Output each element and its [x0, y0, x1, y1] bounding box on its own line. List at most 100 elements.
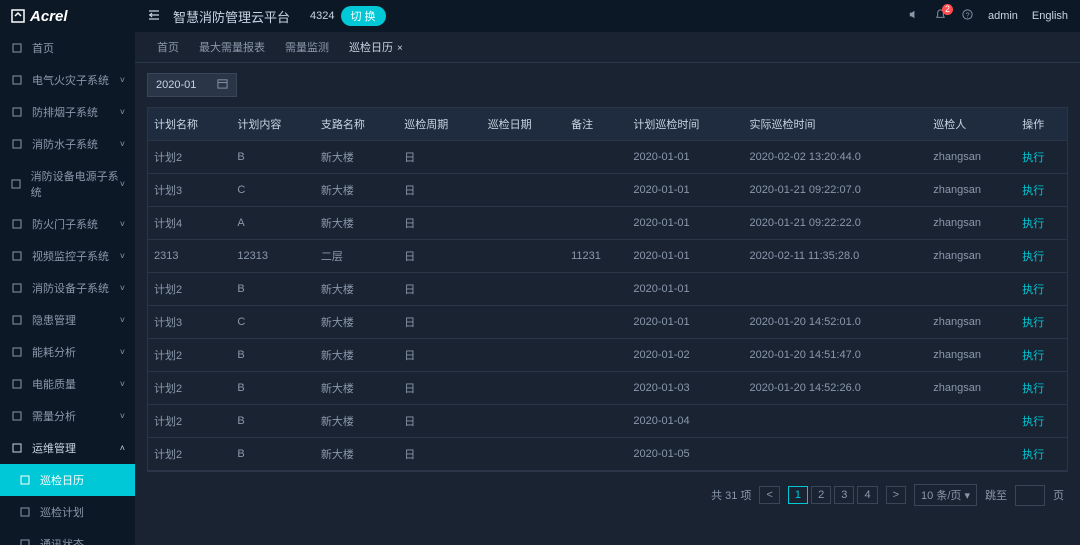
sidebar-item-11[interactable]: 需量分析˅ — [0, 400, 135, 432]
chevron-down-icon: ˅ — [120, 315, 125, 325]
user-label[interactable]: admin — [988, 10, 1018, 22]
risk-icon — [10, 313, 24, 327]
column-header-8: 巡检人 — [927, 108, 1016, 141]
table-cell: 日 — [398, 207, 481, 240]
execute-action[interactable]: 执行 — [1022, 317, 1044, 329]
table-cell — [482, 438, 565, 471]
pagination-prev[interactable]: < — [759, 486, 779, 504]
table-cell: 2020-02-02 13:20:44.0 — [744, 141, 928, 174]
pagination-page-2[interactable]: 2 — [811, 486, 831, 504]
sidebar-item-label: 巡检日历 — [40, 472, 84, 488]
sidebar-item-label: 防火门子系统 — [32, 216, 98, 232]
table-cell — [482, 174, 565, 207]
table-cell: zhangsan — [927, 339, 1016, 372]
sidebar-subitem-12-2[interactable]: 通讯状态 — [0, 528, 135, 545]
date-picker[interactable]: 2020-01 — [147, 73, 237, 97]
execute-action[interactable]: 执行 — [1022, 449, 1044, 461]
tab-1[interactable]: 最大需量报表 — [189, 32, 275, 62]
sidebar-item-7[interactable]: 消防设备子系统˅ — [0, 272, 135, 304]
table-cell: 日 — [398, 405, 481, 438]
execute-action[interactable]: 执行 — [1022, 185, 1044, 197]
execute-action[interactable]: 执行 — [1022, 152, 1044, 164]
table-row: 计划2B新大楼日2020-01-04执行 — [148, 405, 1067, 438]
sidebar-item-10[interactable]: 电能质量˅ — [0, 368, 135, 400]
execute-action[interactable]: 执行 — [1022, 284, 1044, 296]
fire-icon — [10, 73, 24, 87]
sidebar-item-12[interactable]: 运维管理˄ — [0, 432, 135, 464]
sidebar-item-label: 消防设备电源子系统 — [31, 168, 120, 200]
menu-toggle-icon[interactable] — [147, 8, 161, 25]
tab-label: 首页 — [157, 42, 179, 54]
sidebar-item-6[interactable]: 视频监控子系统˅ — [0, 240, 135, 272]
table-cell: 新大楼 — [315, 273, 398, 306]
table-cell: 11231 — [565, 240, 627, 273]
table-cell: 2020-02-11 11:35:28.0 — [744, 240, 928, 273]
table-row: 计划2B新大楼日2020-01-05执行 — [148, 438, 1067, 471]
table-cell: 日 — [398, 174, 481, 207]
table-cell — [744, 273, 928, 306]
energy-icon — [10, 345, 24, 359]
pagination-page-4[interactable]: 4 — [857, 486, 877, 504]
tabs: 首页最大需量报表需量监测巡检日历× — [135, 32, 1080, 63]
comm-icon — [18, 537, 32, 545]
power-icon — [10, 177, 23, 191]
table-cell — [565, 273, 627, 306]
sidebar-subitem-12-0[interactable]: 巡检日历 — [0, 464, 135, 496]
table-cell: 2020-01-01 — [627, 207, 743, 240]
execute-action[interactable]: 执行 — [1022, 383, 1044, 395]
sidebar-item-label: 首页 — [32, 40, 54, 56]
tab-3[interactable]: 巡检日历× — [339, 32, 413, 62]
table-cell — [482, 207, 565, 240]
table-cell: 2020-01-03 — [627, 372, 743, 405]
switch-button[interactable]: 切 换 — [341, 6, 386, 26]
table-cell: 2020-01-01 — [627, 174, 743, 207]
execute-action[interactable]: 执行 — [1022, 218, 1044, 230]
sidebar-item-8[interactable]: 隐患管理˅ — [0, 304, 135, 336]
pagination-perpage[interactable]: 10 条/页 ▾ — [914, 484, 977, 506]
brand-text: Acrel — [30, 8, 68, 25]
table-cell — [482, 141, 565, 174]
table-cell: 2020-01-01 — [627, 141, 743, 174]
volume-icon[interactable] — [907, 8, 920, 24]
table-cell: 计划2 — [148, 405, 231, 438]
pagination-page-1[interactable]: 1 — [788, 486, 808, 504]
pagination-next[interactable]: > — [886, 486, 906, 504]
table-cell: zhangsan — [927, 240, 1016, 273]
sidebar-item-5[interactable]: 防火门子系统˅ — [0, 208, 135, 240]
table-cell — [565, 372, 627, 405]
tab-0[interactable]: 首页 — [147, 32, 189, 62]
close-icon[interactable]: × — [397, 43, 403, 54]
sidebar-item-label: 电气火灾子系统 — [32, 72, 109, 88]
sidebar-subitem-12-1[interactable]: 巡检计划 — [0, 496, 135, 528]
main: 智慧消防管理云平台 4324 切 换 2 ? admin English 首页最… — [135, 0, 1080, 545]
table-cell: C — [231, 174, 314, 207]
chevron-down-icon: ˅ — [120, 75, 125, 85]
pagination-page-3[interactable]: 3 — [834, 486, 854, 504]
table-cell: B — [231, 339, 314, 372]
execute-action[interactable]: 执行 — [1022, 350, 1044, 362]
pagination-jump-input[interactable] — [1015, 485, 1045, 506]
sidebar-item-4[interactable]: 消防设备电源子系统˅ — [0, 160, 135, 208]
execute-action[interactable]: 执行 — [1022, 251, 1044, 263]
execute-action[interactable]: 执行 — [1022, 416, 1044, 428]
notification-bell-icon[interactable]: 2 — [934, 8, 947, 24]
sidebar-item-9[interactable]: 能耗分析˅ — [0, 336, 135, 368]
table-cell: 新大楼 — [315, 174, 398, 207]
chevron-down-icon: ˅ — [120, 379, 125, 389]
sidebar-item-3[interactable]: 消防水子系统˅ — [0, 128, 135, 160]
help-icon[interactable]: ? — [961, 8, 974, 24]
tab-2[interactable]: 需量监测 — [275, 32, 339, 62]
sidebar-item-2[interactable]: 防排烟子系统˅ — [0, 96, 135, 128]
sidebar-item-0[interactable]: 首页 — [0, 32, 135, 64]
sidebar-item-1[interactable]: 电气火灾子系统 ˅ — [0, 64, 135, 96]
table-cell: 日 — [398, 273, 481, 306]
table-cell: zhangsan — [927, 306, 1016, 339]
quality-icon — [10, 377, 24, 391]
svg-text:?: ? — [965, 10, 969, 19]
door-icon — [10, 217, 24, 231]
table-cell: 计划2 — [148, 438, 231, 471]
language-label[interactable]: English — [1032, 10, 1068, 22]
pagination-jump-label: 跳至 — [985, 487, 1007, 503]
water-icon — [10, 137, 24, 151]
table-cell: 计划2 — [148, 339, 231, 372]
